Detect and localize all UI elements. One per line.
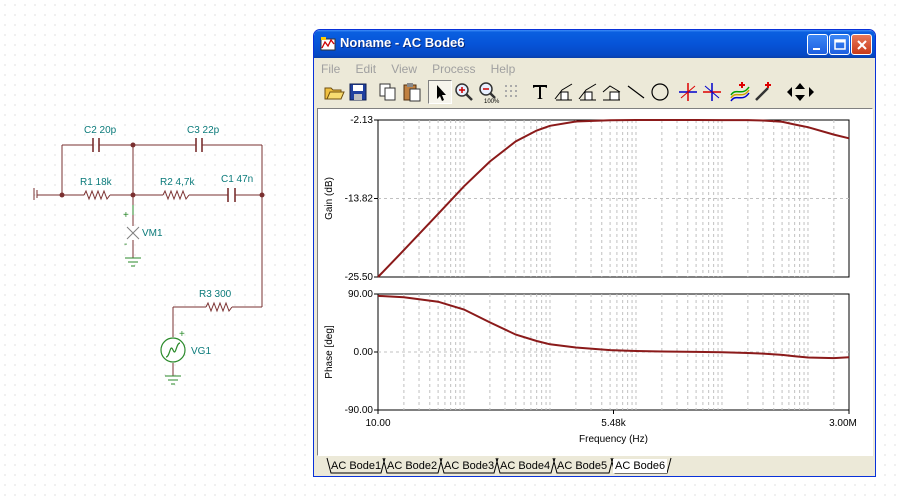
title-bar[interactable]: Noname - AC Bode6 (314, 30, 875, 58)
marker-icon (602, 85, 621, 101)
tab-bar: AC Bode1 AC Bode2 AC Bode3 AC Bode4 AC B… (317, 457, 873, 475)
menu-view[interactable]: View (391, 62, 417, 76)
y-tick-label: -90.00 (345, 405, 374, 416)
zoom-out-icon: 100% (479, 82, 500, 104)
label-c2: C2 20p (84, 125, 117, 136)
label-r2: R2 4,7k (160, 177, 195, 188)
nav-arrows-icon (787, 83, 814, 101)
vg1-plus-sign: + (179, 329, 185, 340)
nav-arrows-button[interactable] (782, 80, 818, 104)
minimize-button[interactable] (807, 34, 828, 55)
zoom-out-button[interactable]: 100% (476, 80, 500, 104)
tab-ac-bode5[interactable]: AC Bode5 (555, 459, 609, 473)
voltmeter-symbol (126, 226, 140, 240)
circle-icon (651, 83, 669, 101)
save-button[interactable] (346, 80, 370, 104)
y-axis-label: Phase [deg] (324, 325, 335, 379)
menu-bar: File Edit View Process Help (314, 58, 875, 77)
save-icon (349, 83, 367, 101)
line-button[interactable] (624, 80, 648, 104)
line-icon (627, 85, 645, 99)
ground-icon (165, 375, 181, 385)
vm1-plus-sign: + (123, 210, 129, 221)
close-icon (857, 40, 867, 50)
add-curve-button[interactable] (728, 80, 752, 104)
x-tick-label: 3.00M (829, 418, 857, 429)
x-tick-label: 10.00 (365, 418, 390, 429)
toolbar: 100% (320, 79, 860, 107)
vm1-minus-sign: - (124, 239, 127, 250)
paste-button[interactable] (400, 80, 424, 104)
x-tick-label: 5.48k (601, 418, 626, 429)
open-icon (324, 87, 345, 100)
probe-button[interactable] (752, 80, 776, 104)
tab-ac-bode6[interactable]: AC Bode6 (613, 459, 668, 473)
cursor-a-button[interactable] (552, 80, 576, 104)
y-tick-label: 90.00 (348, 289, 373, 300)
cursor-ab-a-button[interactable] (676, 80, 700, 104)
y-axis-label: Gain (dB) (324, 177, 335, 220)
x-axis-label: Frequency (Hz) (579, 434, 648, 445)
maximize-icon (834, 39, 846, 50)
text-button[interactable] (528, 80, 552, 104)
open-button[interactable] (322, 80, 346, 104)
copy-icon (379, 83, 396, 101)
zoom-in-icon (455, 83, 473, 101)
paste-icon (403, 83, 421, 102)
add-curve-icon (730, 82, 750, 102)
cursor-a-icon (554, 83, 573, 101)
zoom-in-button[interactable] (452, 80, 476, 104)
svg-text:100%: 100% (484, 99, 500, 104)
cursor-ab-a-icon (679, 83, 697, 101)
label-vg1: VG1 (191, 346, 211, 357)
tab-ac-bode1[interactable]: AC Bode1 (329, 459, 383, 473)
schematic: C2 20p C3 22p R1 18k R2 4,7k C1 47n VM1 … (33, 125, 265, 385)
menu-process[interactable]: Process (432, 62, 475, 76)
y-tick-label: 0.00 (354, 347, 374, 358)
cursor-b-icon (578, 83, 597, 101)
grid-button[interactable] (500, 80, 524, 104)
cursor-ab-b-icon (703, 83, 721, 101)
signal-generator-symbol (160, 337, 186, 363)
label-r3: R3 300 (199, 289, 232, 300)
maximize-button[interactable] (829, 34, 850, 55)
bode-plots: -2.13 -13.82 -25.50 Gain (dB) 90.00 0.00 -90.0… (324, 115, 857, 445)
minimize-icon (813, 48, 820, 50)
menu-edit[interactable]: Edit (355, 62, 376, 76)
plot-area: -2.13 -13.82 -25.50 Gain (dB) 90.00 0.00 -90.0… (317, 108, 873, 456)
window-title: Noname - AC Bode6 (340, 35, 465, 50)
menu-help[interactable]: Help (491, 62, 516, 76)
menu-file[interactable]: File (321, 62, 340, 76)
circle-button[interactable] (648, 80, 672, 104)
cursor-b-button[interactable] (576, 80, 600, 104)
marker-button[interactable] (600, 80, 624, 104)
tab-ac-bode3[interactable]: AC Bode3 (442, 459, 496, 473)
pointer-button[interactable] (428, 80, 452, 104)
y-tick-label: -2.13 (350, 115, 373, 126)
tab-ac-bode2[interactable]: AC Bode2 (385, 459, 439, 473)
label-c1: C1 47n (221, 174, 253, 185)
app-icon (320, 37, 336, 51)
y-tick-label: -13.82 (345, 194, 374, 205)
y-tick-label: -25.50 (345, 272, 374, 283)
text-icon (533, 85, 547, 99)
bode-window: Noname - AC Bode6 File Edit View Process… (313, 29, 876, 477)
copy-button[interactable] (376, 80, 400, 104)
probe-icon (755, 82, 771, 101)
pointer-icon (437, 85, 446, 101)
tab-ac-bode4[interactable]: AC Bode4 (498, 459, 552, 473)
label-vm1: VM1 (142, 228, 163, 239)
close-button[interactable] (851, 34, 872, 55)
cursor-ab-b-button[interactable] (700, 80, 724, 104)
ground-icon (125, 257, 141, 267)
grid-icon (505, 85, 517, 97)
label-c3: C3 22p (187, 125, 220, 136)
label-r1: R1 18k (80, 177, 113, 188)
